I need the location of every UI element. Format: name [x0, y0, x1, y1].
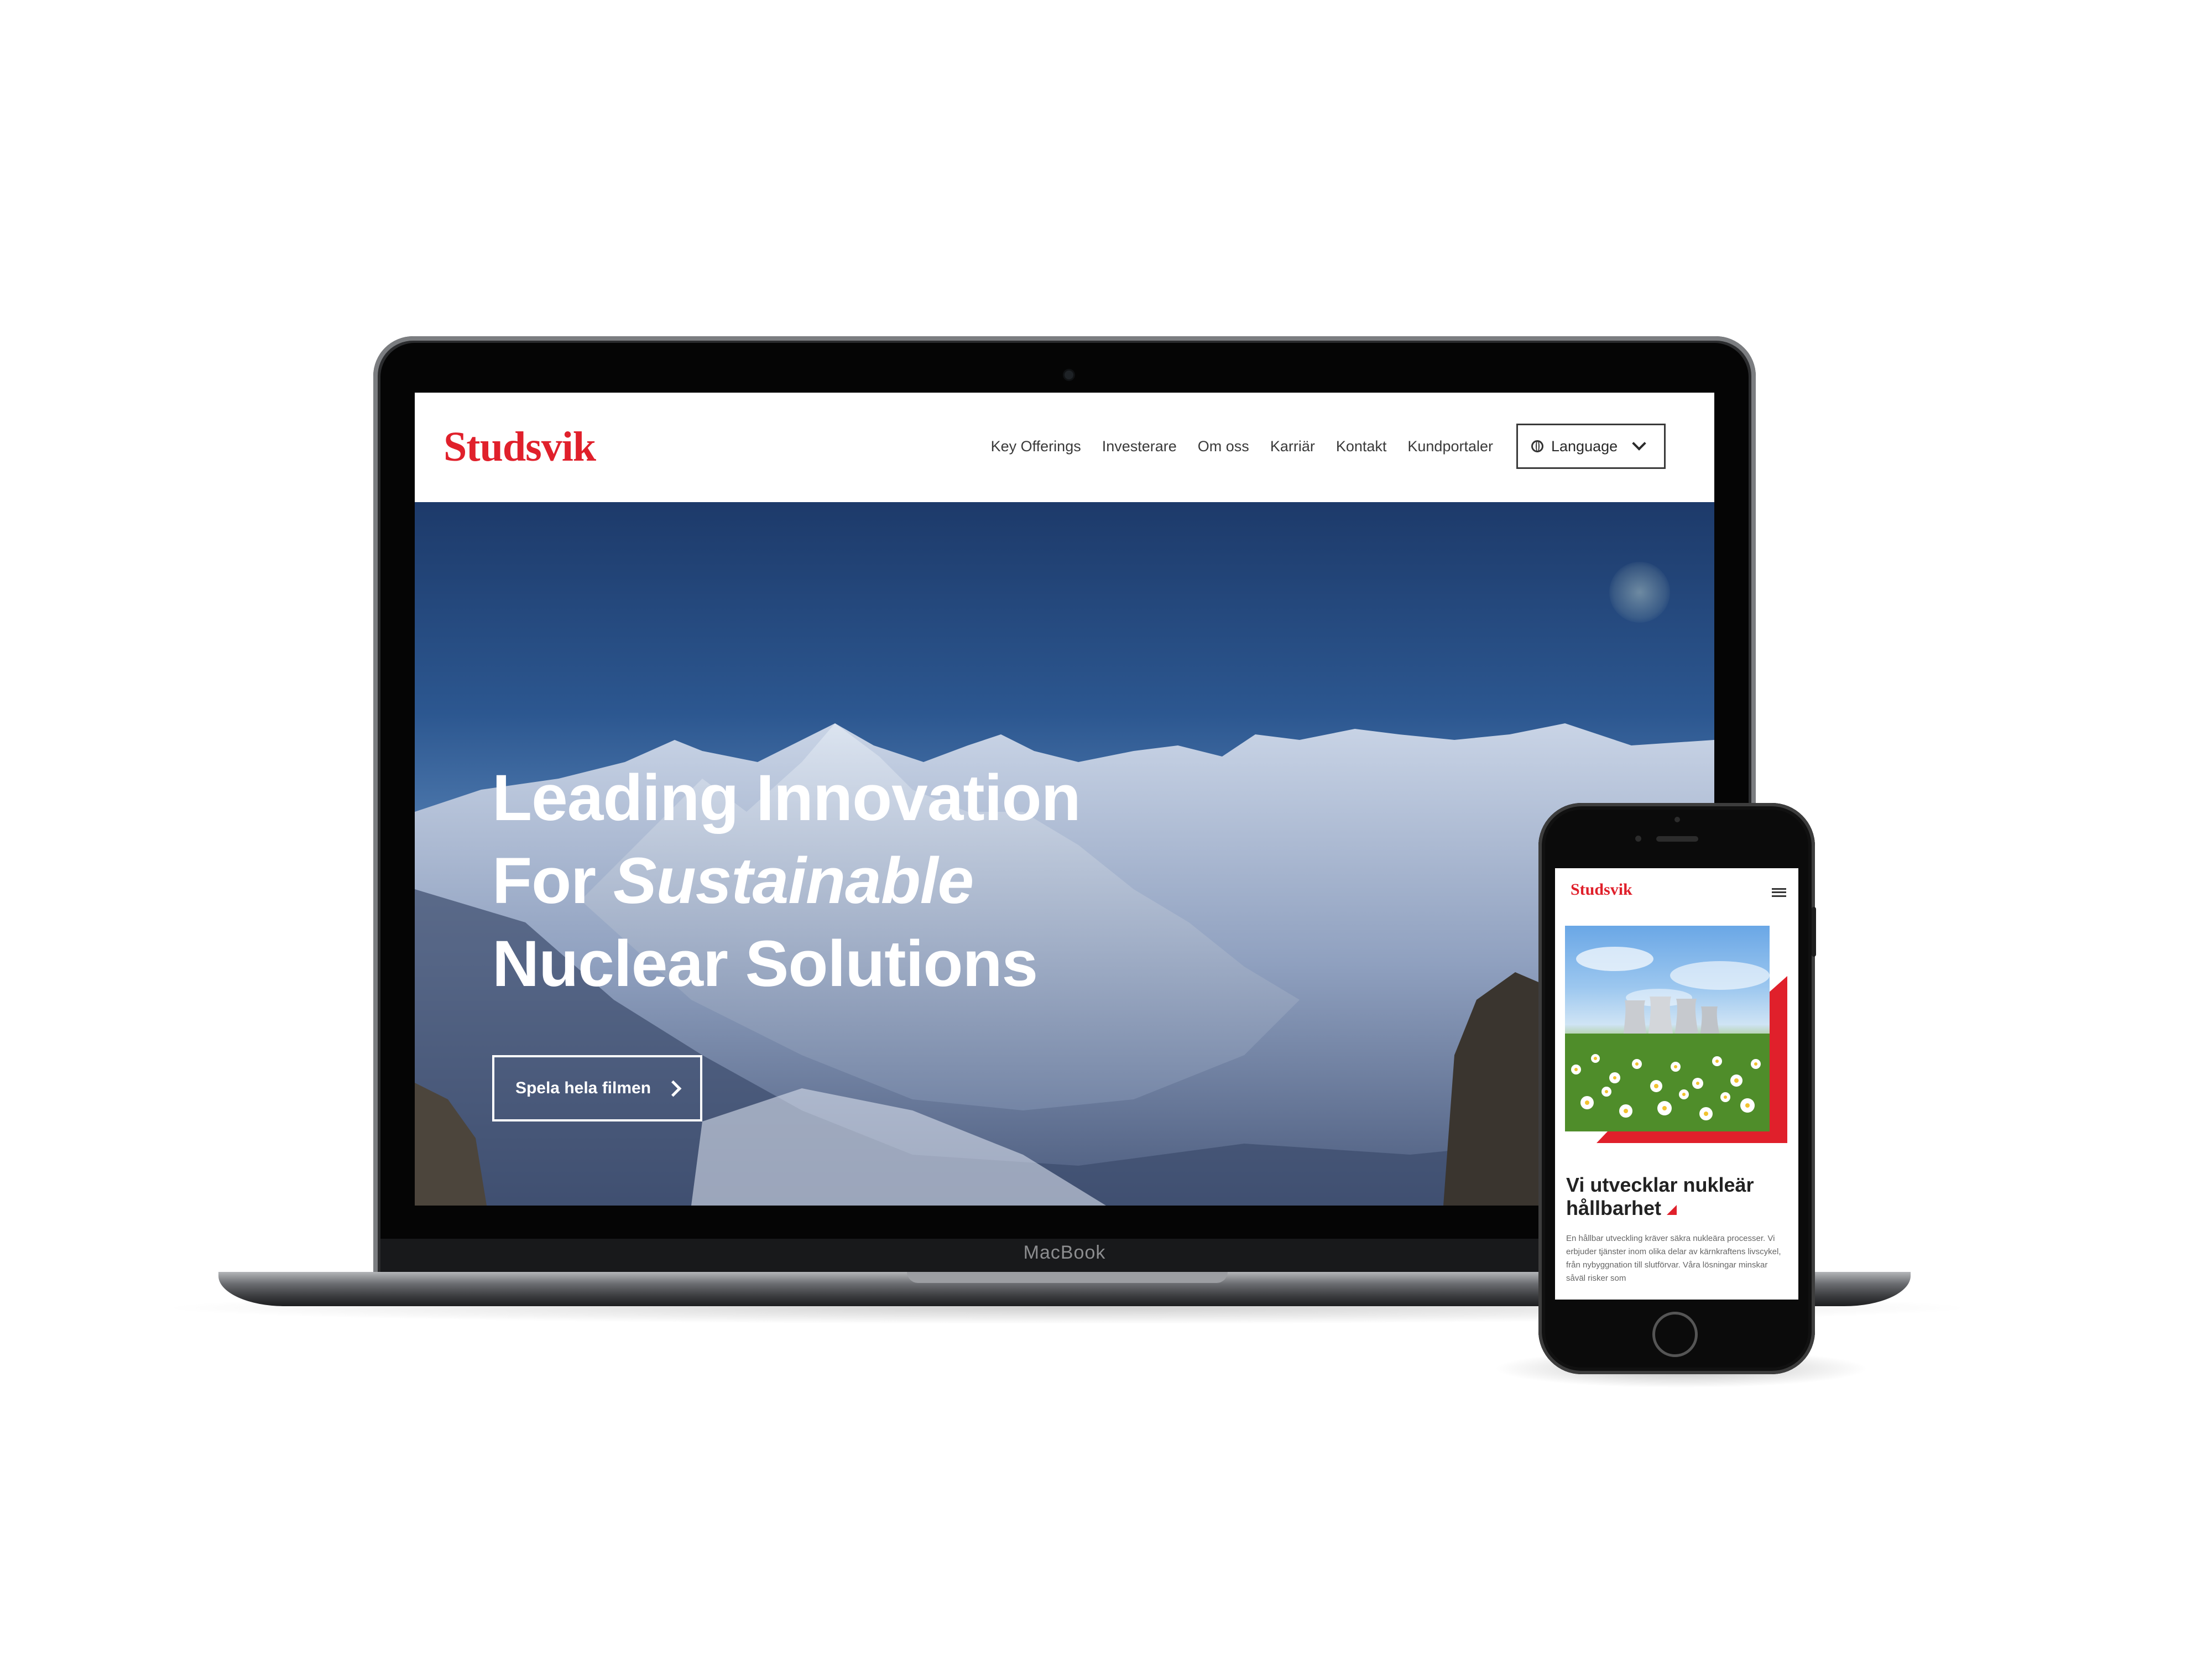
laptop-hinge-notch	[907, 1272, 1228, 1283]
hamburger-menu-icon[interactable]	[1772, 888, 1786, 897]
laptop-brand-label: MacBook	[1023, 1242, 1106, 1263]
hero-title-line-3: Nuclear Solutions	[492, 927, 1038, 1000]
nav-item-karriar[interactable]: Karriär	[1270, 438, 1315, 455]
mobile-section-body: En hållbar utveckling kräver säkra nukle…	[1566, 1234, 1781, 1283]
mobile-section-heading: Vi utvecklar nukleär hållbarhet	[1566, 1173, 1787, 1220]
hero-title-line-1: Leading Innovation	[492, 761, 1081, 834]
nav-item-investerare[interactable]: Investerare	[1102, 438, 1177, 455]
hero-title: Leading Innovation For Sustainable Nucle…	[492, 757, 1211, 1005]
phone-sensor	[1674, 817, 1680, 822]
play-film-button-label: Spela hela filmen	[515, 1079, 651, 1097]
phone-side-button	[1812, 907, 1816, 957]
hero-title-line-2-prefix: For	[492, 844, 613, 917]
mobile-logo[interactable]: Studsvik	[1571, 880, 1632, 899]
laptop-screen: Studsvik Key Offerings Investerare Om os…	[415, 393, 1714, 1206]
nav-item-kundportaler[interactable]: Kundportaler	[1407, 438, 1493, 455]
hero-section: Leading Innovation For Sustainable Nucle…	[415, 502, 1714, 1206]
hero-title-emphasis: Sustainable	[613, 844, 974, 917]
language-select-label: Language	[1551, 437, 1618, 455]
laptop-camera	[1065, 371, 1073, 379]
phone-home-button	[1652, 1312, 1698, 1357]
play-film-button[interactable]: Spela hela filmen	[492, 1055, 702, 1121]
phone-screen: Studsvik Vi utvecklar nukleär hållbarhet…	[1555, 868, 1798, 1300]
site-header: Studsvik Key Offerings Investerare Om os…	[415, 393, 1714, 502]
phone-speaker	[1656, 836, 1698, 842]
nav-item-kontakt[interactable]: Kontakt	[1336, 438, 1387, 455]
nav-item-om-oss[interactable]: Om oss	[1198, 438, 1249, 455]
chevron-down-icon	[1632, 436, 1646, 451]
lens-flare	[1609, 562, 1670, 623]
nuclear-plant-flowers-image	[1565, 926, 1770, 1131]
red-triangle-icon	[1667, 1205, 1677, 1215]
language-select[interactable]: Language	[1516, 424, 1666, 469]
globe-icon	[1531, 440, 1543, 452]
chevron-right-icon	[665, 1080, 682, 1097]
mobile-section-heading-text: Vi utvecklar nukleär hållbarhet	[1566, 1173, 1754, 1219]
nav-item-key-offerings[interactable]: Key Offerings	[991, 438, 1081, 455]
phone-front-camera	[1635, 836, 1641, 842]
main-nav: Key Offerings Investerare Om oss Karriär…	[991, 438, 1493, 455]
site-logo[interactable]: Studsvik	[444, 423, 596, 471]
